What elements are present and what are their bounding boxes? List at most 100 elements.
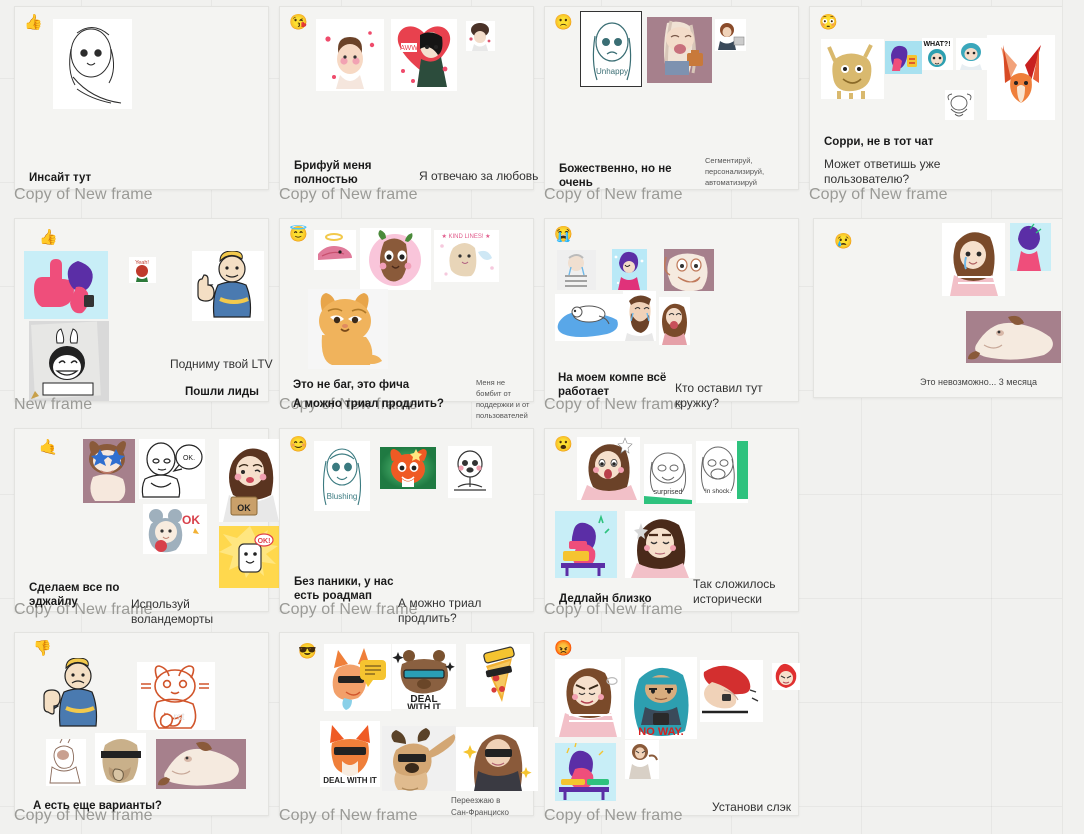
sticker-no-way-blue-hair[interactable]: NO WAY. [625,657,697,739]
svg-text:DEAL WITH IT: DEAL WITH IT [323,776,377,785]
sticker-lying-dog-thumbs-down[interactable] [156,739,246,789]
sticker-pink-character[interactable] [885,41,922,74]
frame-label[interactable]: Copy of New frame [14,186,153,204]
frame-caption: Дедлайн близко [559,593,652,605]
sticker-purple-explosion-desk[interactable] [555,511,617,578]
sticker-sketch-girl-portrait[interactable] [53,19,132,109]
sticker-blushing-girl-hearts[interactable] [316,19,384,91]
frame-card[interactable]: 👍 Инсайт тут [14,6,269,190]
frame-caption: Кто оставил тут кружку? [675,381,763,410]
svg-text:In shock.: In shock. [705,488,731,495]
frame-caption: Меня не бомбит от поддержки и от пользов… [476,378,530,420]
frame-card[interactable]: 🙁 Unhappy Божественно, но не очень Сегме… [544,6,799,190]
svg-text:OK!: OK! [258,538,271,545]
sticker-cool-girl-sunglasses[interactable] [456,727,538,791]
sticker-curly-hair-small[interactable] [466,21,495,51]
sticker-baby-groot[interactable] [360,228,431,290]
canvas-right-gutter [1062,0,1084,834]
sticker-pink-thumbsup-character[interactable] [24,251,108,319]
frame-caption: Переезжаю в Сан-Франциско [451,796,509,817]
sticker-crying-striped-person[interactable] [557,250,596,290]
sticker-saitama-ok[interactable]: OK. [139,439,205,499]
sticker-orange-cat-outline-thumbs-down[interactable]: rst [137,662,215,730]
thumbs-up-emoji: 👍 [24,14,43,31]
sticker-annoyed-girl-glasses[interactable] [625,511,695,578]
sticker-mouse-hood-ok[interactable]: OK [143,504,207,554]
sticker-person-at-laptop[interactable] [715,19,746,51]
svg-text:NO WAY.: NO WAY. [638,726,683,738]
sticker-shocked-girl[interactable] [577,437,640,500]
sticker-crying-girl-tear[interactable] [942,223,1005,296]
frame-caption: Установи слэк [712,800,791,814]
sticker-crying-purple[interactable] [612,249,647,290]
sticker-origami-fox[interactable] [987,35,1055,120]
sticker-crying-dog[interactable] [664,249,714,291]
sticker-puddle-tears[interactable] [555,294,623,341]
sticker-small-sketch-doodle[interactable] [945,90,974,120]
frame-label[interactable]: Copy of New frame [279,807,418,825]
sticker-bunny-paper-sketch[interactable] [29,321,109,401]
sticker-unhappy-sketch-girl[interactable]: Unhappy [580,11,642,87]
sticker-vault-boy-thumbs-down[interactable] [36,658,112,730]
crying-face-emoji: 😢 [834,233,853,250]
sticker-angel-halo-pink[interactable] [314,230,356,270]
frame-card[interactable]: 👎 rst А есть еще варианты? [14,632,269,816]
frame-card[interactable]: 😘 AWW Брифуй меня полностью Я отвечаю за… [279,6,703,190]
sticker-blindfold-thumbs-down[interactable] [95,733,146,785]
sticker-marshmallow-ok[interactable]: OK! [219,526,281,588]
sticker-surprised-sketch[interactable]: surprised [644,444,692,504]
sticker-small-sketch-thumbs-down[interactable] [46,739,86,786]
sticker-what-girl[interactable]: WHAT?! [922,38,953,70]
sticker-red-angry-hand[interactable] [700,660,763,722]
sticker-small-angry-figure[interactable] [625,740,659,779]
frame-card[interactable]: 😎 DEAL WITH IT DEAL WITH IT Переезжаю в С… [279,632,538,817]
sticker-vault-boy-thumbs-up[interactable] [192,251,264,321]
sticker-crying-woman[interactable] [659,297,690,345]
frame-card[interactable]: 👍 Yeah! Подниму твой LTV Пошли лиды [14,218,273,402]
sticker-fox-deal-with-it[interactable]: DEAL WITH IT [320,721,380,787]
frame-card[interactable]: 😢 Это невозможно... 3 месяца [813,218,1064,398]
frame-label[interactable]: Copy of New frame [279,186,418,204]
sticker-red-flame-face[interactable] [772,663,800,690]
frame-card[interactable]: 😊 Blushing Без паники, у нас есть роадма… [279,428,534,625]
sticker-dabbing-pug[interactable] [382,726,456,791]
svg-text:WITH IT: WITH IT [407,702,441,709]
frame-label[interactable]: Copy of New frame [544,807,683,825]
frame-card[interactable]: 😡 NO WAY. Установи слэк [544,632,800,816]
frame-caption: На моем компе всё работает [558,372,667,399]
sticker-yellow-monster[interactable] [821,39,884,99]
sticker-blushing-sketch-girl[interactable]: Blushing [314,441,370,511]
frame-card[interactable]: 😳 WHAT?! Сорри, не в тот чат Может ответ… [809,6,1064,190]
frame-card[interactable]: 🤙 OK. OK OK OK! Сделаем все по эджайлу И… [14,428,284,626]
sticker-blue-hair-shock[interactable] [956,38,987,70]
frame-card[interactable]: 😇 ★ KIND LINES! ★ Это не баг, это фича А… [279,218,534,420]
frame-caption: Может ответишь уже пользователю? [824,157,941,186]
sticker-orange-cat-green-bg[interactable] [380,447,436,489]
sticker-kind-angel-girl[interactable]: ★ KIND LINES! ★ [434,230,499,282]
svg-text:WHAT?!: WHAT?! [923,41,950,48]
sticker-angry-steam-girl[interactable] [555,659,621,737]
sticker-crying-bearded-man[interactable] [623,291,656,341]
sticker-tiny-red-doodle[interactable]: Yeah! [129,257,156,283]
frame-caption: А можно триал продлить? [293,398,444,410]
sticker-melting-purple-character[interactable] [1010,223,1051,271]
sticker-star-eyes-cat[interactable] [83,439,135,503]
frame-label[interactable]: Copy of New frame [809,186,948,204]
sticker-pizza-sunglasses[interactable] [466,644,530,707]
sticker-lying-dog-sad[interactable] [966,311,1061,363]
frame-caption: Божественно, но не очень [559,163,672,190]
sticker-deal-with-it-bear[interactable]: DEAL WITH IT [392,644,456,709]
sticker-in-shock-sketch[interactable]: In shock. [696,441,748,503]
sticker-aww-heart-girl[interactable]: AWW [391,19,457,91]
sticker-doodle-happy-person[interactable] [448,446,492,498]
sticker-purple-smash-desk[interactable] [555,743,616,801]
whiteboard-canvas[interactable]: 👍 Инсайт тут Copy of New frame 😘 AWW Бри… [0,0,1084,834]
sticker-sad-orange-cat[interactable] [308,289,388,369]
frame-card[interactable]: 😮 surprised In shock. Дедлайн близко Так… [544,428,799,612]
frame-card[interactable]: 😭 На моем компе всё работает Кто оставил… [544,218,799,410]
call-me-hand-emoji: 🤙 [39,439,58,456]
sticker-cool-fox-message[interactable] [324,644,391,711]
sticker-tired-woman[interactable] [647,17,712,83]
sticker-girl-ok-sign[interactable]: OK [219,439,284,522]
frame-label[interactable]: New frame [14,396,92,414]
